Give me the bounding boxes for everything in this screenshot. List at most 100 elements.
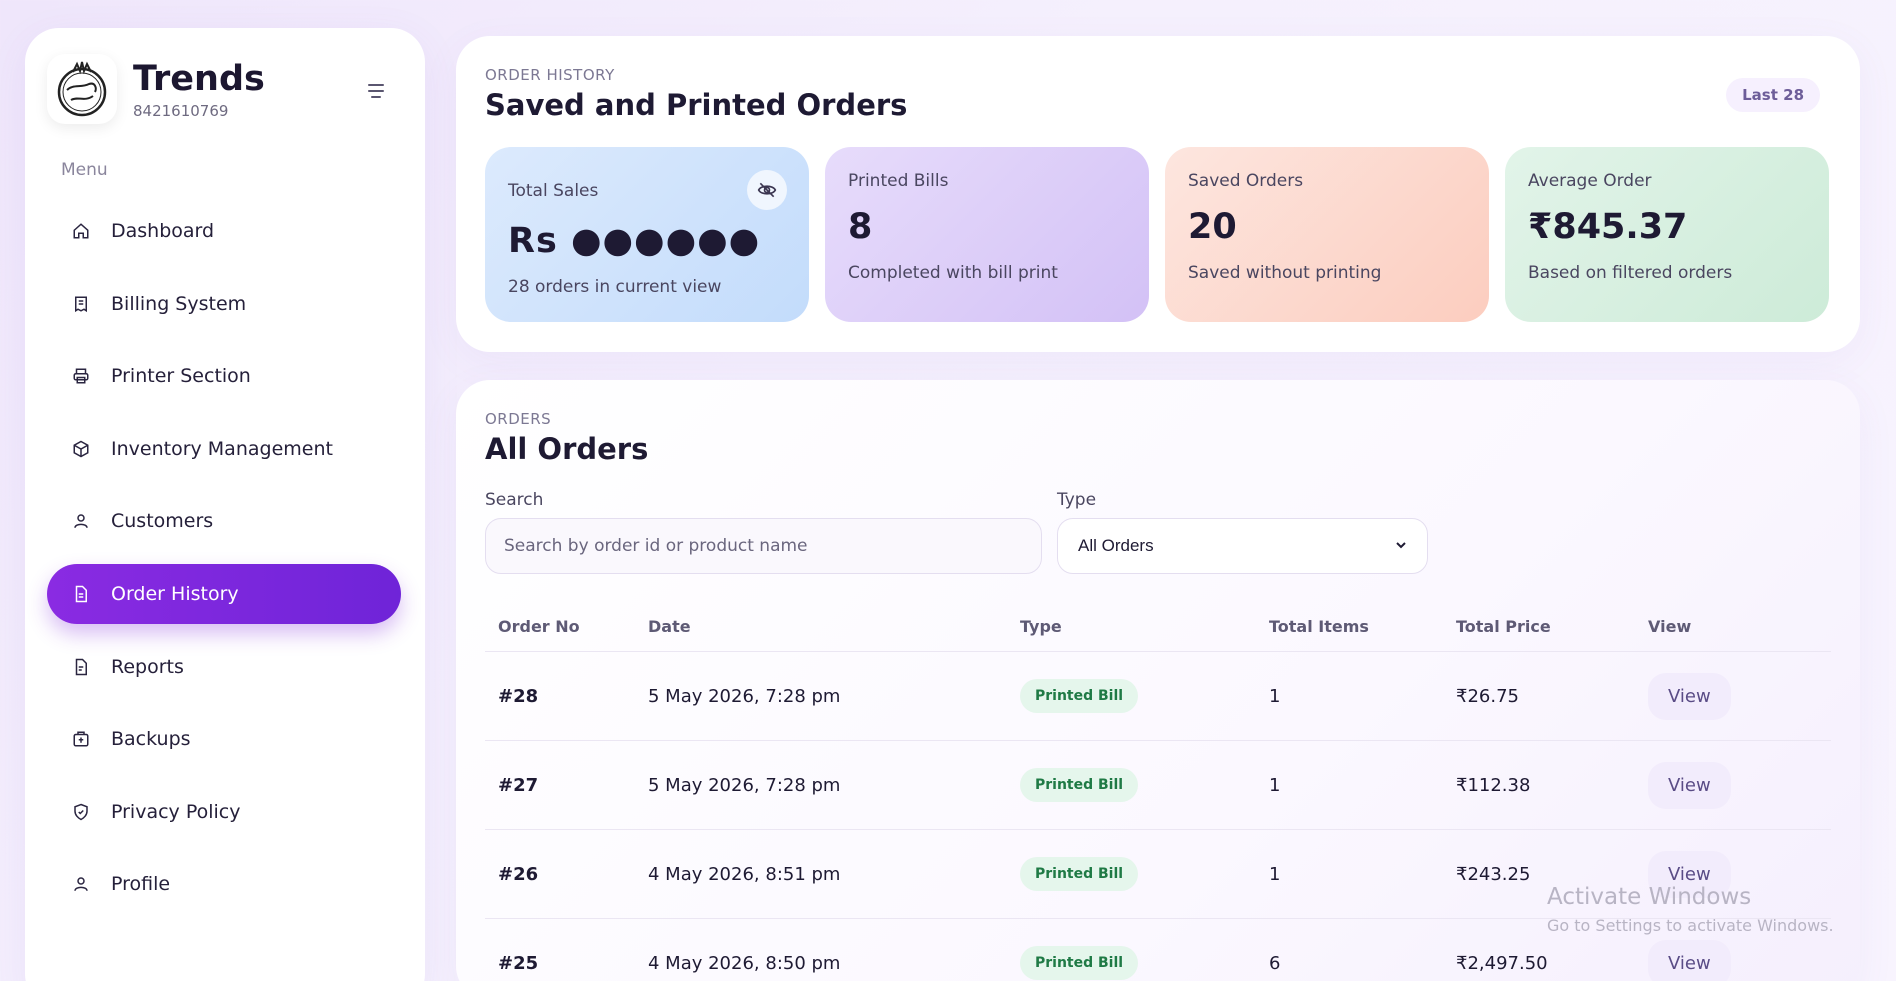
search-label: Search — [485, 490, 544, 510]
stat-card-total-sales: Total Sales Rs ●●●●●● 28 orders in curre… — [485, 147, 809, 322]
stat-value: Rs ●●●●●● — [508, 221, 761, 261]
stat-value: 8 — [848, 207, 873, 247]
sidebar-item-profile[interactable]: Profile — [47, 854, 401, 914]
status-badge: Printed Bill — [1020, 768, 1139, 802]
table-row: #27 5 May 2026, 7:28 pm Printed Bill 1 ₹… — [485, 741, 1831, 830]
menu-label: Menu — [61, 160, 108, 180]
search-input[interactable] — [485, 518, 1042, 574]
sidebar-item-printer-section[interactable]: Printer Section — [47, 346, 401, 406]
stat-label: Printed Bills — [848, 171, 949, 191]
logo — [47, 54, 117, 124]
document-icon — [71, 584, 91, 604]
brand-name: Trends — [133, 59, 265, 99]
sidebar-item-label: Billing System — [111, 292, 247, 315]
stat-value: ₹845.37 — [1528, 207, 1688, 247]
column-header: Order No — [498, 617, 580, 636]
page-title: Saved and Printed Orders — [485, 88, 908, 122]
stat-label: Average Order — [1528, 171, 1652, 191]
sidebar: Trends 8421610769 Menu Dashboard Billing… — [25, 28, 425, 981]
column-header: Total Items — [1269, 617, 1369, 636]
table-header: Order No Date Type Total Items Total Pri… — [485, 602, 1831, 652]
sidebar-item-label: Customers — [111, 510, 214, 533]
shield-icon — [71, 802, 91, 822]
watermark-title: Activate Windows — [1547, 884, 1752, 910]
order-price: ₹112.38 — [1456, 774, 1531, 796]
type-select-value: All Orders — [1078, 536, 1154, 555]
view-button[interactable]: View — [1648, 761, 1731, 809]
sidebar-item-customers[interactable]: Customers — [47, 491, 401, 551]
sidebar-nav: Dashboard Billing System Printer Section… — [47, 201, 401, 927]
chevron-down-icon — [1395, 536, 1407, 556]
order-items: 6 — [1269, 952, 1281, 974]
order-date: 5 May 2026, 7:28 pm — [648, 774, 841, 796]
sidebar-item-billing-system[interactable]: Billing System — [47, 274, 401, 334]
brand-phone: 8421610769 — [133, 102, 229, 120]
order-price: ₹26.75 — [1456, 685, 1519, 707]
stat-label: Total Sales — [508, 181, 599, 201]
order-items: 1 — [1269, 774, 1281, 796]
column-header: View — [1648, 617, 1692, 636]
order-no: #28 — [498, 685, 539, 707]
profile-icon — [71, 874, 91, 894]
view-button[interactable]: View — [1648, 939, 1731, 981]
view-button[interactable]: View — [1648, 672, 1731, 720]
box-icon — [71, 439, 91, 459]
stat-cards: Total Sales Rs ●●●●●● 28 orders in curre… — [485, 147, 1829, 322]
home-icon — [71, 221, 91, 241]
sidebar-item-label: Backups — [111, 728, 191, 751]
type-select[interactable]: All Orders — [1057, 518, 1428, 574]
activation-watermark: Activate Windows Go to Settings to activ… — [1547, 884, 1834, 935]
sidebar-item-label: Printer Section — [111, 365, 251, 388]
menu-toggle-icon[interactable] — [365, 80, 387, 102]
sidebar-item-order-history[interactable]: Order History — [47, 563, 401, 624]
stat-label: Saved Orders — [1188, 171, 1304, 191]
stat-card-average-order: Average Order ₹845.37 Based on filtered … — [1505, 147, 1829, 322]
printer-icon — [71, 366, 91, 386]
sidebar-item-label: Privacy Policy — [111, 800, 241, 823]
column-header: Total Price — [1456, 617, 1551, 636]
stat-sub: Completed with bill print — [848, 263, 1058, 283]
range-badge: Last 28 — [1726, 78, 1820, 112]
receipt-icon — [71, 294, 91, 314]
order-no: #25 — [498, 952, 539, 974]
table-row: #28 5 May 2026, 7:28 pm Printed Bill 1 ₹… — [485, 652, 1831, 741]
order-date: 5 May 2026, 7:28 pm — [648, 685, 841, 707]
report-icon — [71, 657, 91, 677]
column-header: Date — [648, 617, 691, 636]
stat-sub: Saved without printing — [1188, 263, 1382, 283]
sidebar-item-reports[interactable]: Reports — [47, 637, 401, 697]
sidebar-item-label: Inventory Management — [111, 437, 333, 460]
sidebar-item-dashboard[interactable]: Dashboard — [47, 201, 401, 261]
order-date: 4 May 2026, 8:50 pm — [648, 952, 841, 974]
sidebar-item-label: Dashboard — [111, 220, 215, 242]
stat-sub: 28 orders in current view — [508, 277, 722, 297]
watermark-subtitle: Go to Settings to activate Windows. — [1547, 916, 1834, 935]
sidebar-item-label: Order History — [111, 582, 239, 605]
type-label: Type — [1057, 490, 1097, 510]
order-price: ₹2,497.50 — [1456, 952, 1548, 974]
stat-sub: Based on filtered orders — [1528, 263, 1733, 283]
order-date: 4 May 2026, 8:51 pm — [648, 863, 841, 885]
order-items: 1 — [1269, 685, 1281, 707]
summary-eyebrow: ORDER HISTORY — [485, 66, 615, 84]
filters: Search Type All Orders — [485, 490, 1428, 574]
stat-card-saved-orders: Saved Orders 20 Saved without printing — [1165, 147, 1489, 322]
hide-value-icon[interactable] — [747, 170, 787, 210]
sidebar-item-label: Reports — [111, 655, 184, 678]
column-header: Type — [1020, 617, 1062, 636]
sidebar-item-backups[interactable]: Backups — [47, 709, 401, 769]
brand: Trends 8421610769 — [47, 54, 265, 124]
orders-title: All Orders — [485, 432, 649, 466]
order-no: #26 — [498, 863, 539, 885]
order-no: #27 — [498, 774, 539, 796]
orders-eyebrow: ORDERS — [485, 410, 552, 428]
summary-panel: ORDER HISTORY Saved and Printed Orders L… — [456, 36, 1860, 352]
stat-value: 20 — [1188, 207, 1237, 247]
order-items: 1 — [1269, 863, 1281, 885]
sidebar-item-privacy-policy[interactable]: Privacy Policy — [47, 782, 401, 842]
user-icon — [71, 511, 91, 531]
backup-icon — [71, 729, 91, 749]
sidebar-item-inventory-management[interactable]: Inventory Management — [47, 419, 401, 479]
order-price: ₹243.25 — [1456, 863, 1531, 885]
status-badge: Printed Bill — [1020, 857, 1139, 891]
